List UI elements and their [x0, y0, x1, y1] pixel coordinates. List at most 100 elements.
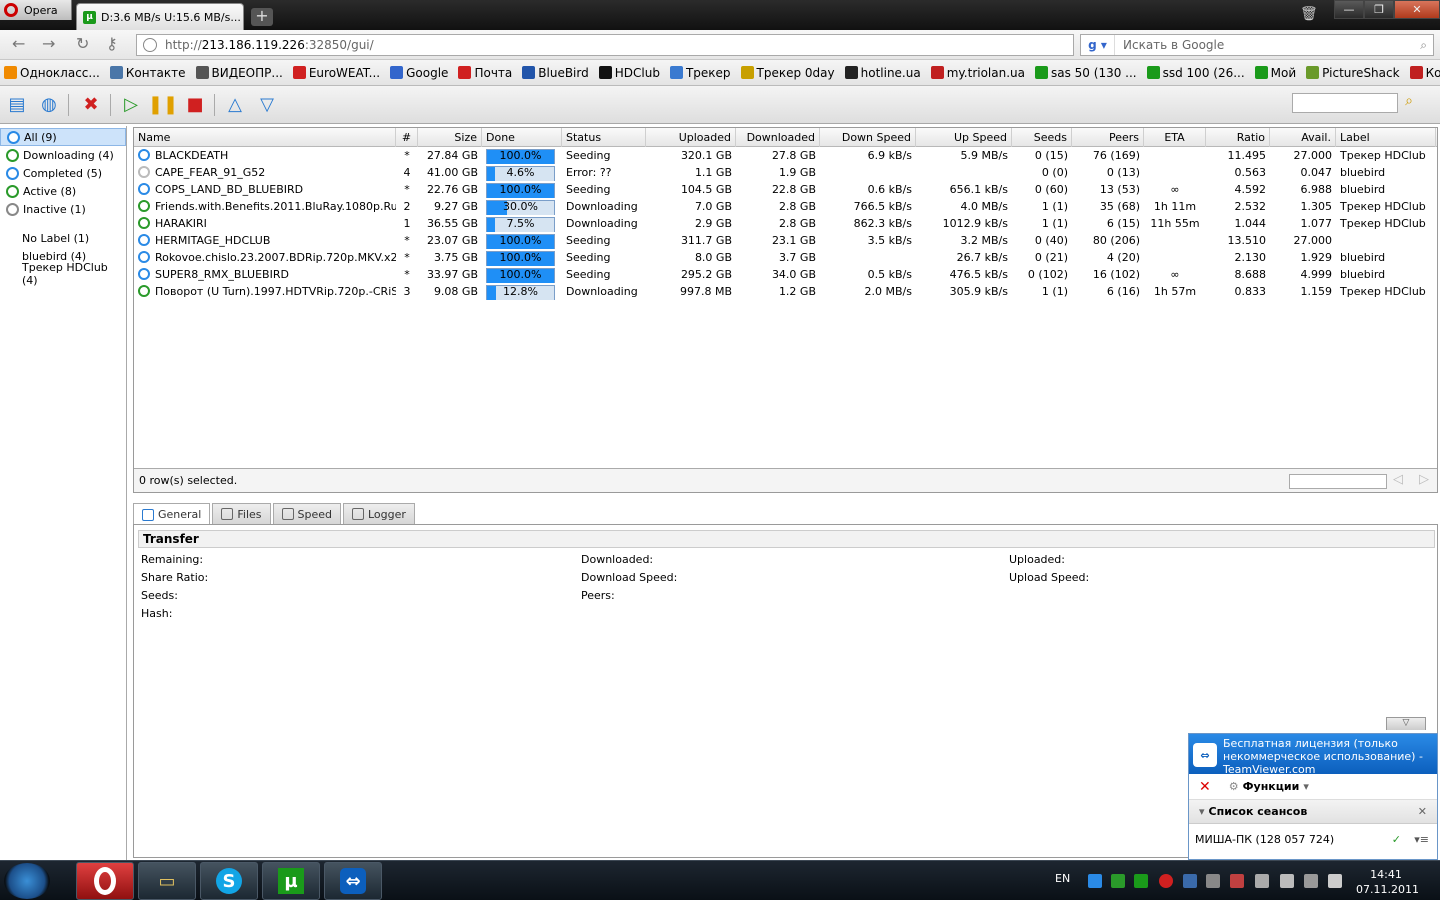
taskbar-explorer-icon[interactable]: ▭ — [138, 862, 196, 900]
tray-opera-icon[interactable] — [1159, 874, 1173, 888]
teamviewer-close-icon[interactable]: ✕ — [1199, 779, 1211, 795]
tray-skype-icon[interactable] — [1111, 874, 1125, 888]
column-header-eta[interactable]: ETA — [1144, 128, 1206, 147]
maximize-button[interactable]: ❐ — [1364, 0, 1394, 19]
tray-security-icon[interactable] — [1230, 874, 1244, 888]
bookmark-item[interactable]: Мой — [1254, 66, 1296, 80]
tray-device-icon[interactable] — [1255, 874, 1269, 888]
column-header-num[interactable]: # — [396, 128, 418, 147]
prev-page-icon[interactable]: ◁ — [1393, 472, 1403, 487]
add-torrent-icon[interactable]: ▤ — [6, 94, 28, 116]
bookmark-item[interactable]: Google — [390, 66, 448, 80]
close-window-button[interactable]: ✕ — [1394, 0, 1440, 19]
bookmark-item[interactable]: EuroWEAT... — [292, 66, 380, 80]
minimize-button[interactable]: — — [1334, 0, 1364, 19]
column-header-avail[interactable]: Avail. — [1270, 128, 1336, 147]
bookmark-item[interactable]: PictureShack — [1306, 66, 1400, 80]
tab-general[interactable]: General — [133, 503, 211, 525]
bookmark-item[interactable]: ВИДЕОПР... — [195, 66, 283, 80]
teamviewer-banner[interactable]: ⇔ Бесплатная лицензия (только некоммерче… — [1189, 734, 1437, 776]
session-menu-icon[interactable]: ▾≡ — [1414, 833, 1429, 846]
filter-input[interactable] — [1292, 93, 1398, 113]
stop-icon[interactable]: ■ — [184, 94, 206, 116]
torrent-row[interactable]: Rokovoe.chislo.23.2007.BDRip.720p.MKV.x2… — [134, 249, 1437, 266]
remove-icon[interactable]: ✖ — [80, 94, 102, 116]
tray-app-icon[interactable] — [1206, 874, 1220, 888]
tray-teamviewer-icon[interactable] — [1088, 874, 1102, 888]
column-header-down[interactable]: Down Speed — [820, 128, 916, 147]
filter-search-icon[interactable]: ⌕ — [1398, 93, 1420, 113]
taskbar-skype-icon[interactable]: S — [200, 862, 258, 900]
tab-logger[interactable]: Logger — [342, 503, 415, 524]
sidebar-category[interactable]: Downloading (4) — [0, 146, 126, 164]
trash-icon[interactable]: 🗑 — [1300, 6, 1318, 22]
page-select[interactable] — [1289, 474, 1387, 489]
language-indicator[interactable]: EN — [1055, 872, 1070, 885]
start-button[interactable] — [4, 863, 50, 899]
tab-speed[interactable]: Speed — [272, 503, 341, 524]
column-header-name[interactable]: Name — [134, 128, 396, 147]
tray-network-icon[interactable] — [1304, 874, 1318, 888]
next-page-icon[interactable]: ▷ — [1419, 472, 1429, 487]
tab-files[interactable]: Files — [212, 503, 271, 524]
new-tab-button[interactable]: + — [251, 8, 273, 26]
bookmark-item[interactable]: sas 50 (130 ... — [1035, 66, 1137, 80]
bookmark-item[interactable]: Однокласс... — [4, 66, 100, 80]
bookmark-item[interactable]: hotline.ua — [844, 66, 921, 80]
tray-bluetooth-icon[interactable] — [1183, 874, 1197, 888]
taskbar-utorrent-icon[interactable]: µ — [262, 862, 320, 900]
forward-icon[interactable]: → — [42, 36, 55, 52]
bookmark-item[interactable]: Консульст... — [1409, 66, 1440, 80]
column-header-done[interactable]: Done — [482, 128, 562, 147]
torrent-row[interactable]: Friends.with.Benefits.2011.BluRay.1080p.… — [134, 198, 1437, 215]
bookmark-item[interactable]: Трекер — [669, 66, 731, 80]
tray-usb-icon[interactable] — [1280, 874, 1294, 888]
torrent-row[interactable]: Поворот (U Turn).1997.HDTVRip.720p.-CRiS… — [134, 283, 1437, 300]
bookmark-item[interactable]: Трекер 0day — [740, 66, 835, 80]
torrent-row[interactable]: HERMITAGE_HDCLUB * 23.07 GB 100.0% Seeding 31… — [134, 232, 1437, 249]
sidebar-category[interactable]: All (9) — [0, 128, 126, 146]
clock[interactable]: 14:41 07.11.2011 — [1356, 867, 1419, 897]
add-url-icon[interactable]: ◍ — [38, 94, 60, 116]
sidebar-category[interactable]: Active (8) — [0, 182, 126, 200]
column-header-uploaded[interactable]: Uploaded — [646, 128, 736, 147]
google-logo-icon[interactable]: g ▾ — [1081, 35, 1115, 55]
torrent-row[interactable]: COPS_LAND_BD_BLUEBIRD * 22.76 GB 100.0% Seed… — [134, 181, 1437, 198]
torrent-row[interactable]: CAPE_FEAR_91_G52 4 41.00 GB 4.6% Error: ?? 1.… — [134, 164, 1437, 181]
column-header-status[interactable]: Status — [562, 128, 646, 147]
bookmark-item[interactable]: ssd 100 (26... — [1146, 66, 1245, 80]
bookmark-item[interactable]: HDClub — [598, 66, 660, 80]
tray-utorrent-icon[interactable] — [1134, 874, 1148, 888]
session-list-close-icon[interactable]: ✕ — [1418, 805, 1427, 818]
column-header-label[interactable]: Label — [1336, 128, 1436, 147]
column-header-seeds[interactable]: Seeds — [1012, 128, 1072, 147]
taskbar-opera-icon[interactable] — [76, 862, 134, 900]
search-icon[interactable]: ⌕ — [1420, 38, 1427, 53]
key-icon[interactable]: ⚷ — [106, 36, 118, 52]
move-down-icon[interactable]: ▽ — [256, 94, 278, 116]
bookmark-item[interactable]: Почта — [458, 66, 512, 80]
opera-menu-button[interactable]: Opera — [0, 0, 72, 20]
browser-tab[interactable]: µ D:3.6 MB/s U:15.6 MB/s... ✕ — [76, 3, 244, 30]
sidebar-category[interactable]: Completed (5) — [0, 164, 126, 182]
back-icon[interactable]: ← — [12, 36, 25, 52]
pause-icon[interactable]: ❚❚ — [148, 94, 178, 116]
bookmark-item[interactable]: my.triolan.ua — [930, 66, 1025, 80]
torrent-row[interactable]: HARAKIRI 1 36.55 GB 7.5% Downloading 2.9 GB 2.… — [134, 215, 1437, 232]
torrent-row[interactable]: BLACKDEATH * 27.84 GB 100.0% Seeding 320.1 GB… — [134, 147, 1437, 164]
functions-menu[interactable]: ⚙ Функции ▾ — [1229, 780, 1309, 793]
bookmark-item[interactable]: BlueBird — [522, 66, 589, 80]
teamviewer-toggle-icon[interactable]: ▽ — [1386, 717, 1426, 730]
reload-icon[interactable]: ↻ — [76, 36, 89, 52]
move-up-icon[interactable]: △ — [224, 94, 246, 116]
torrent-row[interactable]: SUPER8_RMX_BLUEBIRD * 33.97 GB 100.0% Seedin… — [134, 266, 1437, 283]
start-icon[interactable]: ▷ — [120, 94, 142, 116]
column-header-ratio[interactable]: Ratio — [1206, 128, 1270, 147]
column-header-size[interactable]: Size — [418, 128, 482, 147]
column-header-peers[interactable]: Peers — [1072, 128, 1144, 147]
column-header-downloaded[interactable]: Downloaded — [736, 128, 820, 147]
session-list-header[interactable]: ▾ Список сеансов ✕ — [1189, 800, 1437, 824]
address-bar[interactable]: http://213.186.119.226:32850/gui/ — [136, 34, 1074, 56]
sidebar-label-item[interactable]: No Label (1) — [0, 229, 126, 247]
taskbar-teamviewer-icon[interactable]: ⇔ — [324, 862, 382, 900]
